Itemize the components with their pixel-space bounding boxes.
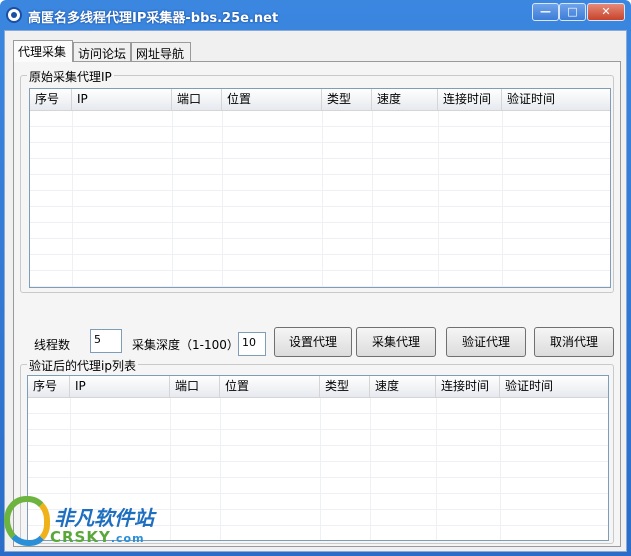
tab-visit-forum[interactable]: 访问论坛 xyxy=(73,42,131,62)
logo-swirl-icon xyxy=(4,496,50,546)
col-verify-time[interactable]: 验证时间 xyxy=(500,376,608,398)
col-connect-time[interactable]: 连接时间 xyxy=(438,89,502,111)
verify-proxy-button[interactable]: 验证代理 xyxy=(446,327,526,357)
cancel-proxy-button[interactable]: 取消代理 xyxy=(534,327,614,357)
col-index[interactable]: 序号 xyxy=(30,89,72,111)
app-icon xyxy=(6,7,22,23)
maximize-button[interactable]: □ xyxy=(559,3,586,21)
raw-proxy-group: 原始采集代理IP 序号 IP 端口 位置 类型 速度 连接时间 验证时间 xyxy=(20,68,614,293)
client-area: 代理采集 访问论坛 网址导航 原始采集代理IP 序号 IP 端口 位置 类型 速… xyxy=(4,30,627,552)
threads-input[interactable]: 5 xyxy=(90,329,122,353)
depth-label: 采集深度（1-100） xyxy=(132,338,239,352)
col-location[interactable]: 位置 xyxy=(222,89,322,111)
raw-proxy-list-header: 序号 IP 端口 位置 类型 速度 连接时间 验证时间 xyxy=(30,89,610,111)
col-index[interactable]: 序号 xyxy=(28,376,70,398)
close-button[interactable]: ✕ xyxy=(587,3,625,21)
app-window: 高匿名多线程代理IP采集器-bbs.25e.net — □ ✕ 代理采集 访问论… xyxy=(0,0,631,556)
window-title: 高匿名多线程代理IP采集器-bbs.25e.net xyxy=(28,11,279,26)
col-speed[interactable]: 速度 xyxy=(370,376,436,398)
threads-label: 线程数 xyxy=(34,338,71,352)
tab-panel-proxy-collect: 原始采集代理IP 序号 IP 端口 位置 类型 速度 连接时间 验证时间 线程数… xyxy=(13,61,621,547)
depth-input[interactable]: 10 xyxy=(238,332,266,356)
col-port[interactable]: 端口 xyxy=(170,376,220,398)
minimize-button[interactable]: — xyxy=(532,3,559,21)
col-type[interactable]: 类型 xyxy=(322,89,372,111)
verified-proxy-group-label: 验证后的代理ip列表 xyxy=(27,357,138,374)
collect-proxy-button[interactable]: 采集代理 xyxy=(356,327,436,357)
raw-proxy-list[interactable]: 序号 IP 端口 位置 类型 速度 连接时间 验证时间 xyxy=(29,88,611,288)
col-location[interactable]: 位置 xyxy=(220,376,320,398)
verified-proxy-list-header: 序号 IP 端口 位置 类型 速度 连接时间 验证时间 xyxy=(28,376,608,398)
watermark-name: 非凡软件站 xyxy=(54,506,154,530)
raw-proxy-group-label: 原始采集代理IP xyxy=(27,68,114,85)
col-verify-time[interactable]: 验证时间 xyxy=(502,89,610,111)
col-ip[interactable]: IP xyxy=(70,376,170,398)
col-port[interactable]: 端口 xyxy=(172,89,222,111)
raw-proxy-list-body xyxy=(30,111,610,287)
col-speed[interactable]: 速度 xyxy=(372,89,438,111)
tab-site-nav[interactable]: 网址导航 xyxy=(131,42,191,62)
col-connect-time[interactable]: 连接时间 xyxy=(436,376,500,398)
title-bar[interactable]: 高匿名多线程代理IP采集器-bbs.25e.net — □ ✕ xyxy=(0,0,631,30)
watermark-domain: CRSKY.com xyxy=(50,528,145,546)
set-proxy-button[interactable]: 设置代理 xyxy=(274,327,352,357)
col-ip[interactable]: IP xyxy=(72,89,172,111)
watermark-logo: 非凡软件站 CRSKY.com xyxy=(0,490,160,556)
tab-proxy-collect[interactable]: 代理采集 xyxy=(13,40,73,62)
col-type[interactable]: 类型 xyxy=(320,376,370,398)
